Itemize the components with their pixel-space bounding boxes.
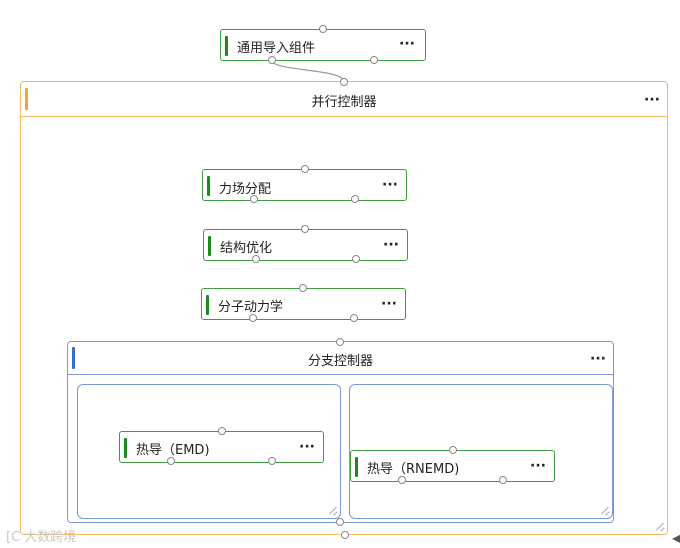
node-accent-bar: [124, 438, 127, 458]
container-title: 并行控制器: [311, 95, 377, 110]
output-port[interactable]: [336, 518, 344, 526]
output-port[interactable]: [351, 195, 359, 203]
input-port[interactable]: [340, 78, 348, 86]
output-port[interactable]: [167, 457, 175, 465]
resize-handle-icon[interactable]: [327, 505, 337, 515]
more-options-icon[interactable]: ···: [530, 459, 546, 473]
output-port[interactable]: [398, 476, 406, 484]
container-header: 并行控制器 ···: [21, 82, 667, 117]
output-port[interactable]: [499, 476, 507, 484]
output-port[interactable]: [352, 255, 360, 263]
node-generic-import[interactable]: 通用导入组件 ···: [220, 29, 426, 61]
more-options-icon[interactable]: ···: [399, 37, 415, 51]
input-port[interactable]: [319, 25, 327, 33]
resize-handle-icon[interactable]: [599, 505, 609, 515]
node-thermal-rnemd[interactable]: 热导（RNEMD) ···: [350, 450, 555, 482]
more-options-icon[interactable]: ···: [383, 238, 399, 252]
node-label: 热导（EMD): [136, 443, 210, 458]
node-label: 力场分配: [219, 182, 272, 197]
input-port[interactable]: [449, 446, 457, 454]
more-options-icon[interactable]: ···: [590, 352, 606, 366]
resize-handle-icon[interactable]: [654, 521, 664, 531]
container-header: 分支控制器 ···: [68, 342, 613, 375]
link-import-to-parallel: [271, 59, 345, 83]
node-label: 热导（RNEMD): [367, 462, 460, 477]
node-thermal-emd[interactable]: 热导（EMD) ···: [119, 431, 324, 463]
chevron-left-icon[interactable]: ◀: [672, 531, 680, 545]
node-accent-bar: [207, 176, 210, 196]
output-port[interactable]: [268, 56, 276, 64]
more-options-icon[interactable]: ···: [382, 178, 398, 192]
node-label: 分子动力学: [218, 300, 284, 315]
output-port[interactable]: [268, 457, 276, 465]
more-options-icon[interactable]: ···: [381, 297, 397, 311]
node-structure-optimization[interactable]: 结构优化 ···: [203, 229, 408, 261]
input-port[interactable]: [299, 284, 307, 292]
input-port[interactable]: [301, 165, 309, 173]
input-port[interactable]: [218, 427, 226, 435]
node-accent-bar: [355, 457, 358, 477]
node-accent-bar: [208, 236, 211, 256]
output-port[interactable]: [350, 314, 358, 322]
node-label: 结构优化: [220, 241, 273, 256]
node-label: 通用导入组件: [237, 41, 316, 56]
container-title: 分支控制器: [307, 354, 373, 369]
input-port[interactable]: [301, 225, 309, 233]
output-port[interactable]: [370, 56, 378, 64]
output-port[interactable]: [252, 255, 260, 263]
node-accent-bar: [206, 295, 209, 315]
more-options-icon[interactable]: ···: [299, 440, 315, 454]
output-port[interactable]: [250, 195, 258, 203]
more-options-icon[interactable]: ···: [644, 93, 660, 107]
node-force-field[interactable]: 力场分配 ···: [202, 169, 407, 201]
output-port[interactable]: [249, 314, 257, 322]
input-port[interactable]: [336, 338, 344, 346]
output-port[interactable]: [341, 531, 349, 539]
node-molecular-dynamics[interactable]: 分子动力学 ···: [201, 288, 406, 320]
watermark: [C 大数跨境: [6, 530, 77, 545]
node-accent-bar: [225, 36, 228, 56]
